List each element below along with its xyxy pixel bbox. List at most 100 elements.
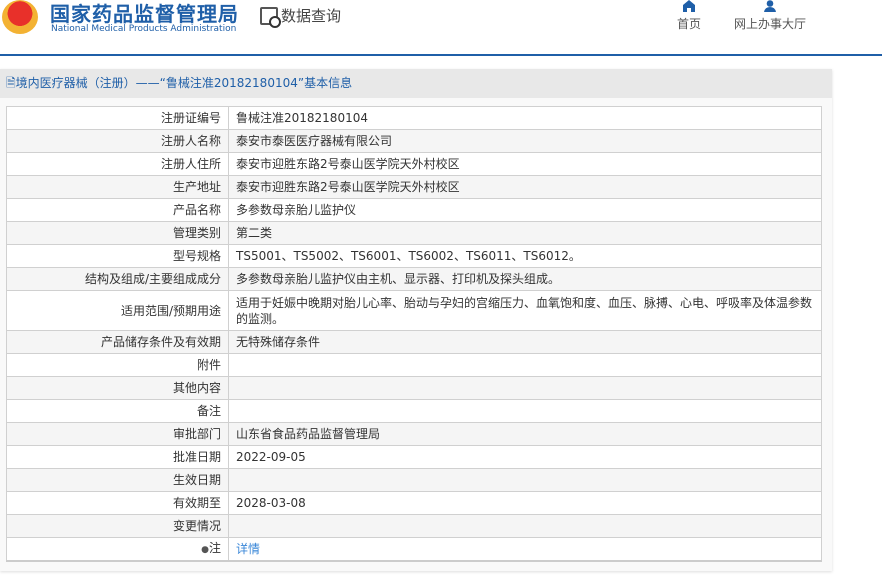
table-row: 管理类别 第二类 <box>6 221 822 245</box>
row-value: 泰安市泰医医疗器械有限公司 <box>228 129 822 153</box>
row-label-text: 适用范围/预期用途 <box>120 303 221 318</box>
row-label: 备注 <box>6 399 229 423</box>
row-label: 结构及组成/主要组成成分 <box>6 267 229 291</box>
table-row: 注册人住所 泰安市迎胜东路2号泰山医学院天外村校区 <box>6 152 822 176</box>
row-value-text: 2028-03-08 <box>236 496 306 510</box>
site-header: 国家药品监督管理局 National Medical Products Admi… <box>0 0 882 56</box>
row-value: 第二类 <box>228 221 822 245</box>
row-value <box>228 399 822 423</box>
row-value-text: 2022-09-05 <box>236 450 306 464</box>
logo-subtitle: National Medical Products Administration <box>51 24 237 34</box>
row-value-text: 鲁械注准20182180104 <box>236 111 368 125</box>
table-row: 产品储存条件及有效期 无特殊储存条件 <box>6 330 822 354</box>
bulb-icon: ● <box>201 544 209 555</box>
row-label-text: 注 <box>208 540 221 555</box>
row-value: 多参数母亲胎儿监护仪由主机、显示器、打印机及探头组成。 <box>228 267 822 291</box>
home-icon <box>683 0 695 12</box>
table-row: 备注 <box>6 399 822 423</box>
details-link[interactable]: 详情 <box>236 542 260 556</box>
row-value: 泰安市迎胜东路2号泰山医学院天外村校区 <box>228 175 822 199</box>
row-label-text: 注册证编号 <box>160 111 221 125</box>
row-label: 注册人名称 <box>6 129 229 153</box>
row-label: 产品储存条件及有效期 <box>6 330 229 354</box>
row-label: 产品名称 <box>6 198 229 222</box>
row-label-text: 变更情况 <box>172 519 221 533</box>
row-label: 附件 <box>6 353 229 377</box>
row-value: TS5001、TS5002、TS6001、TS6002、TS6011、TS601… <box>228 244 822 268</box>
table-row: 变更情况 <box>6 514 822 538</box>
row-value: 2022-09-05 <box>228 445 822 469</box>
row-value-text: TS5001、TS5002、TS6001、TS6002、TS6011、TS601… <box>236 249 581 263</box>
row-label-text: 其他内容 <box>172 381 221 395</box>
national-emblem-logo <box>2 0 38 34</box>
row-label: 管理类别 <box>6 221 229 245</box>
row-label: 审批部门 <box>6 422 229 446</box>
user-icon <box>764 0 776 12</box>
row-label-text: 型号规格 <box>172 249 221 263</box>
row-label: 其他内容 <box>6 376 229 400</box>
row-label: 有效期至 <box>6 491 229 515</box>
table-row: 生产地址 泰安市迎胜东路2号泰山医学院天外村校区 <box>6 175 822 199</box>
row-value: 泰安市迎胜东路2号泰山医学院天外村校区 <box>228 152 822 176</box>
table-row: 型号规格 TS5001、TS5002、TS6001、TS6002、TS6011、T… <box>6 244 822 268</box>
panel-title: 🗎境内医疗器械（注册）——“鲁械注准20182180104”基本信息 <box>0 69 832 98</box>
row-value-text: 多参数母亲胎儿监护仪 <box>236 203 357 217</box>
row-label-text: 注册人住所 <box>160 157 221 171</box>
nav-home-label: 首页 <box>677 17 702 31</box>
row-value <box>228 376 822 400</box>
detail-table: 注册证编号 鲁械注准20182180104 注册人名称 泰安市泰医医疗器械有限公司 注册… <box>6 106 822 562</box>
row-value-text: 第二类 <box>236 226 273 240</box>
table-row: 注册证编号 鲁械注准20182180104 <box>6 106 822 130</box>
row-label-text: 结构及组成/主要组成成分 <box>84 272 221 286</box>
row-label-text: 产品名称 <box>172 203 221 217</box>
table-row: 批准日期 2022-09-05 <box>6 445 822 469</box>
row-value-text: 泰安市迎胜东路2号泰山医学院天外村校区 <box>236 180 460 194</box>
nav-online-hall-label: 网上办事大厅 <box>734 17 807 31</box>
detail-panel: 🗎境内医疗器械（注册）——“鲁械注准20182180104”基本信息 注册证编号… <box>0 69 832 571</box>
row-value <box>228 468 822 492</box>
row-value-text: 泰安市迎胜东路2号泰山医学院天外村校区 <box>236 157 460 171</box>
logo-title[interactable]: 国家药品监督管理局 <box>50 0 239 27</box>
row-value: 2028-03-08 <box>228 491 822 515</box>
row-label: 适用范围/预期用途 <box>6 290 229 331</box>
row-value <box>228 353 822 377</box>
row-value-text: 适用于妊娠中晚期对胎儿心率、胎动与孕妇的宫缩压力、血氧饱和度、血压、脉搏、心电、… <box>236 295 813 326</box>
row-value: 无特殊储存条件 <box>228 330 822 354</box>
row-value-text: 山东省食品药品监督管理局 <box>236 427 381 441</box>
row-value-text: 多参数母亲胎儿监护仪由主机、显示器、打印机及探头组成。 <box>236 272 561 286</box>
row-value: 多参数母亲胎儿监护仪 <box>228 198 822 222</box>
row-label-text: 备注 <box>196 404 221 418</box>
table-row: 结构及组成/主要组成成分 多参数母亲胎儿监护仪由主机、显示器、打印机及探头组成。 <box>6 267 822 291</box>
row-label: ●注 <box>6 537 229 561</box>
row-label-text: 有效期至 <box>172 496 221 510</box>
table-row: ●注 详情 <box>6 537 822 561</box>
table-row: 注册人名称 泰安市泰医医疗器械有限公司 <box>6 129 822 153</box>
row-label-text: 注册人名称 <box>160 134 221 148</box>
row-value-text: 无特殊储存条件 <box>236 335 321 349</box>
row-label: 变更情况 <box>6 514 229 538</box>
row-label: 生产地址 <box>6 175 229 199</box>
nav-online-hall[interactable]: 网上办事大厅 <box>734 0 806 32</box>
row-value: 山东省食品药品监督管理局 <box>228 422 822 446</box>
row-value <box>228 514 822 538</box>
row-label-text: 审批部门 <box>172 427 221 441</box>
row-label-text: 生产地址 <box>172 180 221 194</box>
row-value: 适用于妊娠中晚期对胎儿心率、胎动与孕妇的宫缩压力、血氧饱和度、血压、脉搏、心电、… <box>228 290 822 331</box>
row-label-text: 管理类别 <box>172 226 221 240</box>
row-label: 批准日期 <box>6 445 229 469</box>
row-value: 详情 <box>228 537 822 561</box>
document-icon: 🗎 <box>6 76 16 90</box>
nav-home[interactable]: 首页 <box>677 0 701 32</box>
document-search-icon <box>260 6 281 28</box>
data-query-title: 数据查询 <box>260 5 341 28</box>
table-row: 有效期至 2028-03-08 <box>6 491 822 515</box>
row-label-text: 附件 <box>196 358 221 372</box>
table-row: 产品名称 多参数母亲胎儿监护仪 <box>6 198 822 222</box>
row-label-text: 批准日期 <box>172 450 221 464</box>
row-label: 生效日期 <box>6 468 229 492</box>
table-row: 生效日期 <box>6 468 822 492</box>
table-row: 附件 <box>6 353 822 377</box>
table-row: 审批部门 山东省食品药品监督管理局 <box>6 422 822 446</box>
table-row: 适用范围/预期用途 适用于妊娠中晚期对胎儿心率、胎动与孕妇的宫缩压力、血氧饱和度、… <box>6 290 822 331</box>
row-label-text: 生效日期 <box>172 473 221 487</box>
